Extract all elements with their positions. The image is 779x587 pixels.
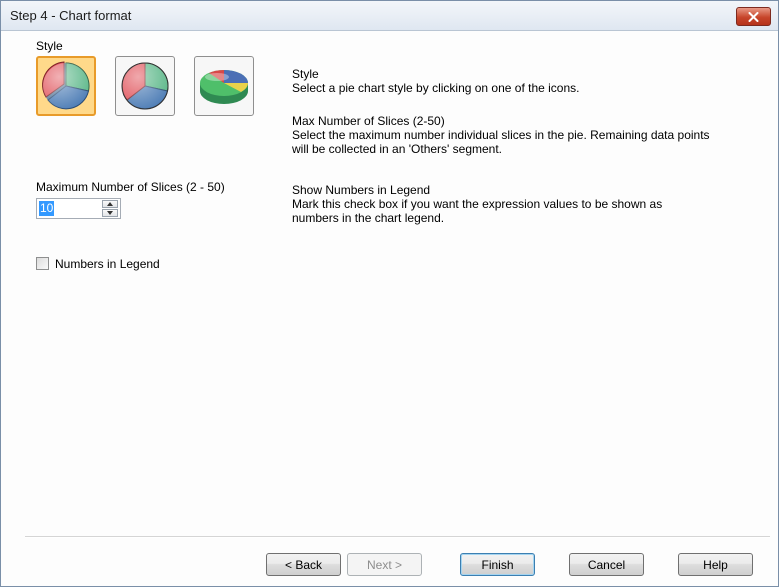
- pie-2d-exploded-style-icon: [42, 61, 90, 110]
- numbers-in-legend-label[interactable]: Numbers in Legend: [55, 257, 160, 271]
- close-icon: [748, 11, 759, 22]
- numbers-in-legend-checkbox[interactable]: [36, 257, 49, 270]
- max-slices-label: Maximum Number of Slices (2 - 50): [36, 180, 225, 194]
- help-legend-text-line1: Mark this check box if you want the expr…: [292, 197, 663, 211]
- help-style-heading: Style: [292, 67, 319, 81]
- footer-divider: [25, 536, 770, 538]
- help-button[interactable]: Help: [678, 553, 753, 576]
- stepper-buttons: [102, 200, 119, 217]
- help-legend-heading: Show Numbers in Legend: [292, 183, 431, 197]
- arrow-up-icon: [107, 202, 113, 206]
- pie-2d-style-icon: [121, 62, 169, 110]
- help-style-text: Select a pie chart style by clicking on …: [292, 81, 580, 95]
- pie-3d-style-button[interactable]: [194, 56, 254, 116]
- help-legend-text-line2: numbers in the chart legend.: [292, 211, 445, 225]
- window-title: Step 4 - Chart format: [10, 8, 132, 23]
- stepper-down-button[interactable]: [102, 209, 118, 217]
- back-button[interactable]: < Back: [266, 553, 341, 576]
- title-bar: Step 4 - Chart format: [1, 1, 778, 31]
- arrow-down-icon: [107, 211, 113, 215]
- stepper-up-button[interactable]: [102, 200, 118, 208]
- next-button[interactable]: Next >: [347, 553, 422, 576]
- dialog-content: Style Maximum Number of Slices (2 - 50) …: [1, 31, 778, 586]
- pie-3d-style-icon: [200, 70, 248, 104]
- help-max-heading: Max Number of Slices (2-50): [292, 114, 445, 128]
- help-max-text-line2: will be collected in an 'Others' segment…: [292, 142, 503, 156]
- cancel-button[interactable]: Cancel: [569, 553, 644, 576]
- pie-2d-style-button[interactable]: [115, 56, 175, 116]
- dialog-window: Step 4 - Chart format Style Maximum Numb…: [0, 0, 779, 587]
- max-slices-stepper[interactable]: 10: [36, 198, 121, 219]
- help-max-text-line1: Select the maximum number individual sli…: [292, 128, 710, 142]
- finish-button[interactable]: Finish: [460, 553, 535, 576]
- pie-2d-exploded-style-button[interactable]: [36, 56, 96, 116]
- style-label: Style: [36, 39, 63, 53]
- max-slices-value[interactable]: 10: [39, 201, 55, 216]
- close-button[interactable]: [736, 7, 771, 26]
